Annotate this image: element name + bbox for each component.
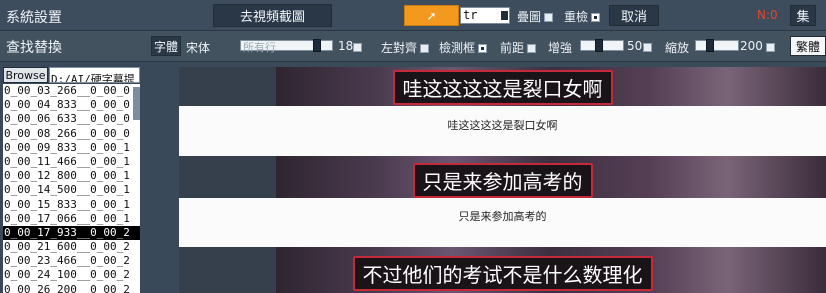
- list-item[interactable]: 0_00_17_933__0_00_2: [3, 225, 140, 241]
- find-replace-menu[interactable]: 查找替換: [6, 37, 62, 57]
- cursor-icon: ➚: [426, 8, 437, 23]
- list-item[interactable]: 0_00_26_200__0_00_2: [3, 283, 140, 293]
- slider-thumb[interactable]: [313, 39, 321, 52]
- spacing-checkbox[interactable]: 前距: [500, 39, 537, 56]
- toolbar-top: 系統設置 去視頻截圖 ➚ tr 疊圖 重檢 取消 N:0 集: [0, 0, 826, 31]
- align-left-checkbox[interactable]: 左對齊: [381, 39, 430, 56]
- frame-list[interactable]: 0_00_03_266__0_00_0 0_00_04_833__0_00_0 0_…: [3, 84, 140, 293]
- zoom-label: 縮放: [665, 41, 690, 55]
- cancel-button[interactable]: 取消: [609, 5, 659, 26]
- align-left-label: 左對齊: [381, 41, 418, 55]
- mode-select[interactable]: tr: [460, 7, 510, 24]
- list-item[interactable]: 0_00_11_466__0_00_1: [3, 155, 140, 169]
- list-item[interactable]: 0_00_17_066__0_00_1: [3, 212, 140, 226]
- enhance-slider[interactable]: [580, 39, 624, 52]
- detect-box-checkbox[interactable]: 檢測框: [439, 39, 488, 56]
- video-frame-3: 不过他们的考试不是什么数理化: [179, 247, 826, 293]
- remove-frames-button[interactable]: 去視頻截圖: [213, 4, 332, 27]
- orange-action-button[interactable]: ➚: [404, 5, 459, 26]
- system-settings-menu[interactable]: 系統設置: [6, 7, 62, 27]
- list-item[interactable]: 0_00_14_500__0_00_1: [3, 183, 140, 197]
- video-frame-2: 只是来参加高考的: [179, 156, 826, 198]
- traditional-button[interactable]: 繁體: [790, 36, 826, 56]
- zoom-slider[interactable]: [695, 39, 739, 52]
- slider-thumb[interactable]: [595, 39, 603, 52]
- font-value[interactable]: 宋体: [186, 39, 210, 56]
- subtitle-frame-1: 哇这这这这是裂口女啊: [392, 70, 613, 105]
- dropdown-arrow-icon[interactable]: [501, 11, 508, 20]
- size-value: 18: [338, 39, 354, 53]
- detect-box-label: 檢測框: [439, 41, 476, 55]
- checkbox-checked-icon[interactable]: [591, 13, 601, 22]
- overlap-checkbox[interactable]: 疊圖: [517, 8, 554, 25]
- zoom-value: 200: [740, 39, 763, 53]
- enhance-checkbox[interactable]: [643, 43, 652, 52]
- list-item[interactable]: 0_00_12_800__0_00_1: [3, 169, 140, 183]
- path-value: D:/AI/硬字幕提: [51, 73, 135, 83]
- checkbox-icon[interactable]: [544, 13, 554, 22]
- set-button[interactable]: 集: [790, 5, 816, 26]
- ocr-text-1: 哇这这这这是裂口女啊: [447, 119, 558, 132]
- toolbar-format: 查找替換 字體 宋体 所有行 18 左對齊 檢測框 前距 增強 50 縮放 20…: [0, 31, 826, 62]
- ocr-text-2: 只是来参加高考的: [458, 210, 547, 223]
- recheck-label: 重檢: [564, 10, 589, 24]
- path-field[interactable]: D:/AI/硬字幕提: [49, 67, 140, 83]
- ocr-result-1[interactable]: 哇这这这这是裂口女啊: [179, 106, 826, 156]
- checkbox-icon[interactable]: [527, 44, 537, 53]
- mode-select-value: tr: [463, 8, 478, 22]
- list-item[interactable]: 0_00_06_633__0_00_0: [3, 112, 140, 126]
- video-frame-1: 哇这这这这是裂口女啊: [179, 67, 826, 106]
- recheck-checkbox[interactable]: 重檢: [564, 8, 601, 25]
- slider-thumb[interactable]: [706, 39, 714, 52]
- all-rows-slider[interactable]: 所有行: [240, 39, 333, 54]
- n-counter: N:0: [757, 8, 778, 22]
- list-item[interactable]: 0_00_15_833__0_00_1: [3, 198, 140, 212]
- frame-margin: [179, 67, 276, 106]
- list-item[interactable]: 0_00_09_833__0_00_1: [3, 141, 140, 155]
- list-scrollbar[interactable]: [133, 87, 140, 120]
- font-button[interactable]: 字體: [151, 36, 181, 56]
- checkbox-checked-icon[interactable]: [478, 44, 488, 53]
- frame-margin: [179, 247, 276, 293]
- zoom-checkbox[interactable]: [766, 43, 775, 52]
- size-checkbox[interactable]: [353, 43, 362, 52]
- subtitle-frame-2: 只是来参加高考的: [412, 163, 593, 198]
- subtitle-frame-3: 不过他们的考试不是什么数理化: [352, 256, 653, 291]
- list-item[interactable]: 0_00_23_466__0_00_2: [3, 254, 140, 268]
- list-item[interactable]: 0_00_03_266__0_00_0: [3, 84, 140, 98]
- ocr-result-2[interactable]: 只是来参加高考的: [179, 198, 826, 247]
- list-item[interactable]: 0_00_08_266__0_00_0: [3, 127, 140, 141]
- list-item[interactable]: 0_00_24_100__0_00_2: [3, 268, 140, 282]
- frame-margin: [179, 156, 276, 198]
- checkbox-icon[interactable]: [420, 44, 430, 53]
- all-rows-label: 所有行: [243, 41, 276, 54]
- enhance-value: 50: [627, 39, 643, 53]
- list-item[interactable]: 0_00_04_833__0_00_0: [3, 98, 140, 112]
- browse-button[interactable]: Browse: [3, 67, 48, 83]
- enhance-label: 增強: [548, 41, 573, 55]
- overlap-label: 疊圖: [517, 10, 542, 24]
- list-item[interactable]: 0_00_21_600__0_00_2: [3, 240, 140, 254]
- spacing-label: 前距: [500, 41, 525, 55]
